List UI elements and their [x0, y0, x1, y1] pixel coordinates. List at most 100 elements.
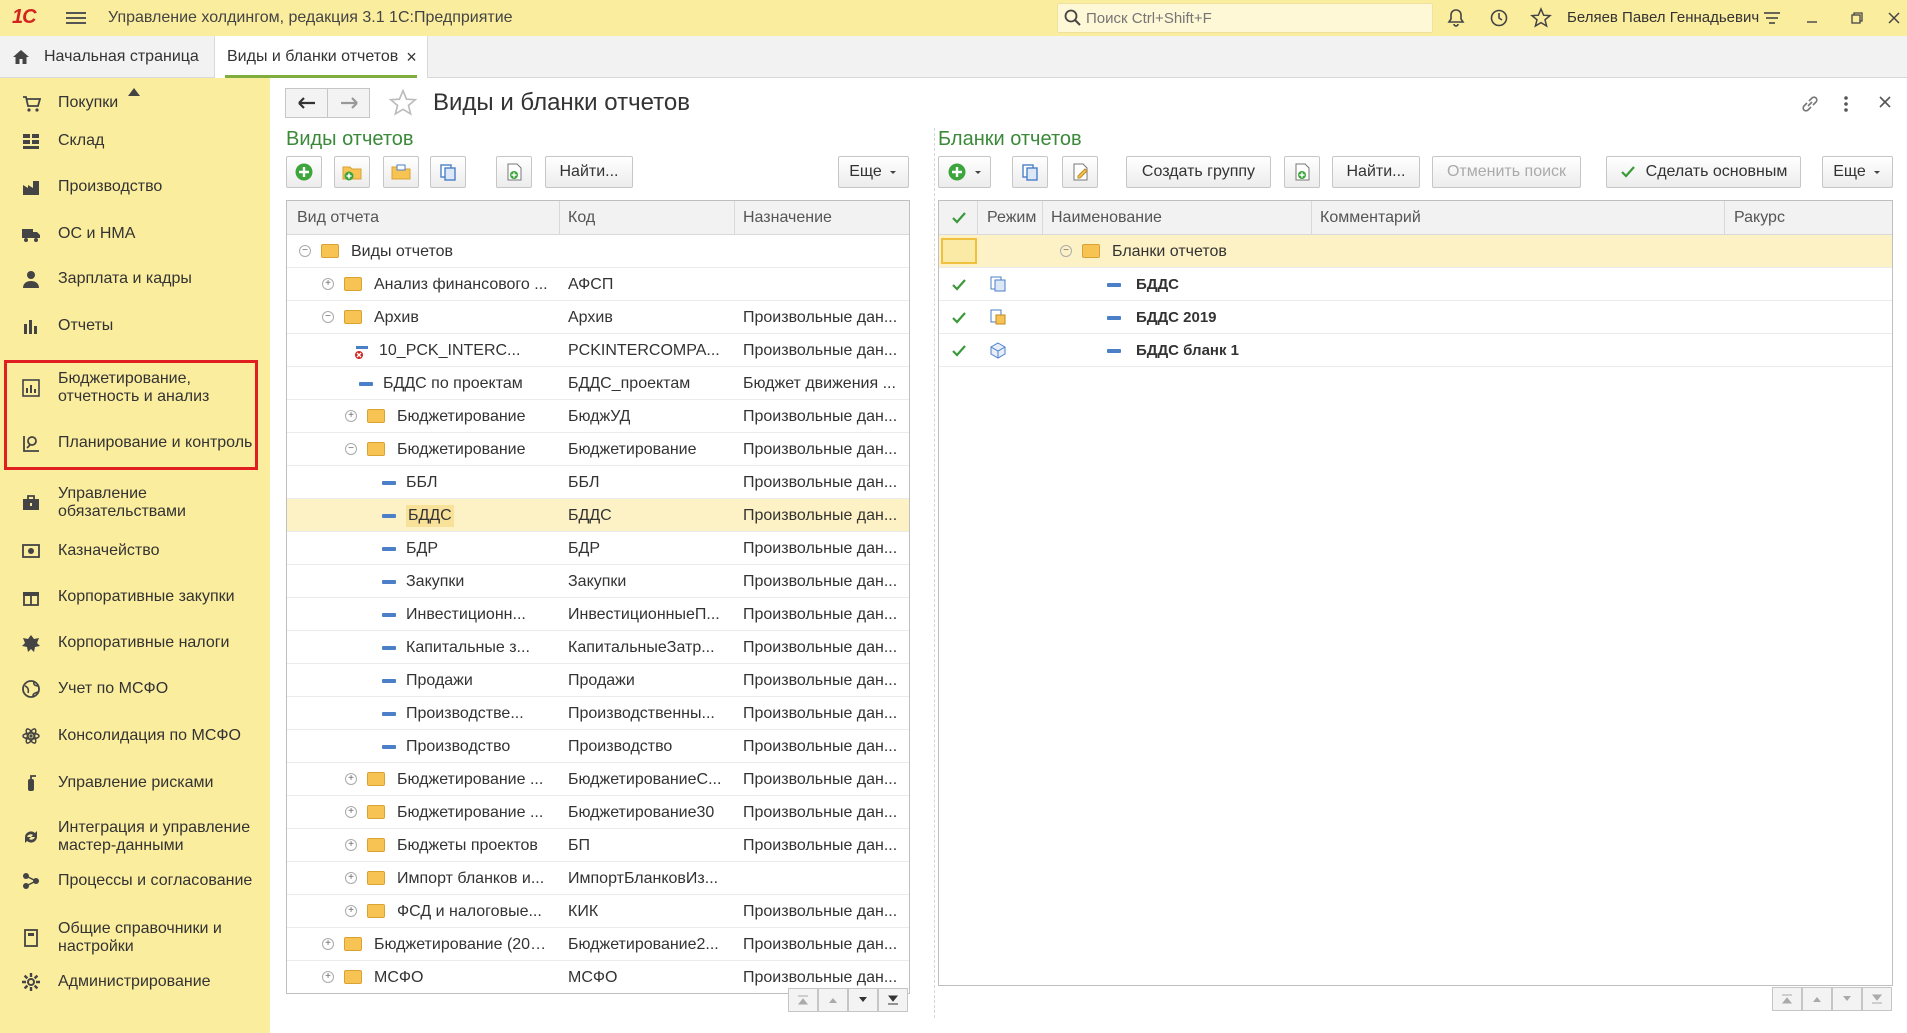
add-folder-button[interactable] [334, 156, 370, 188]
checkmark-icon[interactable] [951, 278, 967, 297]
search-input[interactable] [1086, 8, 1416, 28]
sidebar-item-1[interactable]: Склад [0, 130, 270, 152]
col-code[interactable]: Код [568, 209, 595, 227]
table-row[interactable]: Капитальные з... КапитальныеЗатр... Произв… [287, 631, 909, 664]
table-row[interactable]: + Бюджетирование ... БюджетированиеС... Про… [287, 763, 909, 796]
scroll-bottom-icon[interactable] [878, 988, 908, 1012]
scroll-down-arrow-icon[interactable] [848, 988, 878, 1012]
sidebar-item-16[interactable]: Процессы и согласование [0, 870, 270, 892]
sidebar-item-2[interactable]: Производство [0, 176, 270, 198]
table-row[interactable]: 10_PCK_INTERC... PCKINTERCOMPA... Произвол… [287, 334, 909, 367]
copy-form-button[interactable] [1012, 156, 1048, 188]
expand-icon[interactable]: + [322, 971, 334, 983]
table-row[interactable]: Производство Производство Произвольные дан… [287, 730, 909, 763]
search-box[interactable] [1057, 3, 1433, 33]
table-row[interactable]: − Архив Архив Произвольные дан... [287, 301, 909, 334]
table-row[interactable]: + Бюджетирование (2021) Бюджетирование2...… [287, 928, 909, 961]
panel-divider[interactable] [934, 128, 935, 1018]
col-mode[interactable]: Режим [987, 209, 1036, 227]
load-form-button[interactable] [1284, 156, 1320, 188]
cancel-search-button[interactable]: Отменить поиск [1432, 156, 1581, 188]
minimize-icon[interactable] [1800, 6, 1824, 30]
star-icon[interactable] [1529, 6, 1553, 30]
collapse-icon[interactable]: − [345, 443, 357, 455]
tab-report-types[interactable]: Виды и бланки отчетов × [214, 36, 428, 78]
table-row[interactable]: − Бланки отчетов [939, 235, 1892, 268]
scroll-up-arrow-icon[interactable] [1802, 987, 1832, 1011]
menu-icon[interactable] [66, 9, 86, 27]
table-row[interactable]: БДДС [939, 268, 1892, 301]
scroll-top-icon[interactable] [1772, 987, 1802, 1011]
checkmark-icon[interactable] [951, 344, 967, 363]
table-row[interactable]: + Бюджетирование БюджУД Произвольные дан... [287, 400, 909, 433]
col-name[interactable]: Наименование [1051, 209, 1162, 227]
table-row[interactable]: + Бюджетирование ... Бюджетирование30 Произ… [287, 796, 909, 829]
expand-icon[interactable]: + [345, 839, 357, 851]
sidebar-item-3[interactable]: ОС и НМА [0, 223, 270, 245]
checkmark-icon[interactable] [951, 311, 967, 330]
table-row[interactable]: − Виды отчетов [287, 235, 909, 268]
collapse-icon[interactable]: − [299, 245, 311, 257]
restore-icon[interactable] [1845, 6, 1869, 30]
settings-lines-icon[interactable] [1760, 6, 1784, 30]
sidebar-item-4[interactable]: Зарплата и кадры [0, 268, 270, 290]
more-button-right[interactable]: Еще [1822, 156, 1893, 188]
more-vert-icon[interactable] [1842, 94, 1850, 119]
sidebar-item-14[interactable]: Управление рисками [0, 772, 270, 794]
sidebar-item-5[interactable]: Отчеты [0, 315, 270, 337]
expand-icon[interactable]: + [345, 905, 357, 917]
col-purpose[interactable]: Назначение [743, 209, 832, 227]
table-row[interactable]: БДДС 2019 [939, 301, 1892, 334]
scroll-down-arrow-icon[interactable] [1832, 987, 1862, 1011]
sidebar-item-7[interactable]: Планирование и контроль [0, 432, 270, 454]
copy-button[interactable] [430, 156, 466, 188]
user-name[interactable]: Беляев Павел Геннадьевич [1567, 9, 1759, 26]
find-button-right[interactable]: Найти... [1332, 156, 1420, 188]
col-report-type[interactable]: Вид отчета [297, 209, 379, 227]
sidebar-item-0[interactable]: Покупки [0, 92, 270, 114]
sidebar-item-15[interactable]: Интеграция и управление мастер-данными [0, 817, 270, 857]
table-row[interactable]: ББЛ ББЛ Произвольные дан... [287, 466, 909, 499]
sidebar-item-11[interactable]: Корпоративные налоги [0, 632, 270, 654]
make-main-button[interactable]: Сделать основным [1606, 156, 1801, 188]
col-perspective[interactable]: Ракурс [1734, 209, 1785, 227]
close-form-icon[interactable] [1878, 95, 1892, 114]
close-window-icon[interactable] [1882, 6, 1906, 30]
sidebar-item-17[interactable]: Общие справочники и настройки [0, 918, 270, 958]
current-cell[interactable] [941, 238, 977, 264]
table-row[interactable]: Закупки Закупки Произвольные дан... [287, 565, 909, 598]
link-icon[interactable] [1800, 94, 1820, 119]
add-dropdown-button[interactable] [938, 156, 991, 188]
expand-icon[interactable]: + [322, 938, 334, 950]
col-comment[interactable]: Комментарий [1320, 209, 1421, 227]
sidebar-item-12[interactable]: Учет по МСФО [0, 678, 270, 700]
close-tab-icon[interactable]: × [406, 47, 417, 68]
table-row[interactable]: − Бюджетирование Бюджетирование Произвольны… [287, 433, 909, 466]
table-row[interactable]: Инвестиционн... ИнвестиционныеП... Произво… [287, 598, 909, 631]
bell-icon[interactable] [1444, 6, 1468, 30]
table-row[interactable]: Продажи Продажи Произвольные дан... [287, 664, 909, 697]
history-icon[interactable] [1487, 6, 1511, 30]
table-row[interactable]: + Импорт бланков и... ИмпортБланковИз... [287, 862, 909, 895]
sidebar-item-8[interactable]: Управление обязательствами [0, 483, 270, 523]
create-group-button[interactable]: Создать группу [1126, 156, 1271, 188]
expand-icon[interactable]: + [345, 806, 357, 818]
sidebar-item-6[interactable]: Бюджетирование, отчетность и анализ [0, 368, 270, 408]
table-row[interactable]: + ФСД и налоговые... КИК Произвольные дан..… [287, 895, 909, 928]
find-button-left[interactable]: Найти... [545, 156, 633, 188]
table-row[interactable]: Производстве... Производственны... Произво… [287, 697, 909, 730]
back-button[interactable] [285, 88, 328, 118]
sidebar-item-13[interactable]: Консолидация по МСФО [0, 725, 270, 747]
expand-icon[interactable]: + [345, 410, 357, 422]
scroll-top-icon[interactable] [788, 988, 818, 1012]
expand-icon[interactable]: + [322, 278, 334, 290]
add-button[interactable] [286, 156, 322, 188]
table-row[interactable]: БДДС БДДС Произвольные дан... [287, 499, 909, 532]
table-row[interactable]: БДР БДР Произвольные дан... [287, 532, 909, 565]
table-row[interactable]: + Бюджеты проектов БП Произвольные дан... [287, 829, 909, 862]
edit-form-button[interactable] [1062, 156, 1098, 188]
sidebar-item-10[interactable]: Корпоративные закупки [0, 586, 270, 608]
load-button[interactable] [496, 156, 532, 188]
more-button-left[interactable]: Еще [838, 156, 909, 188]
forward-button[interactable] [327, 88, 370, 118]
